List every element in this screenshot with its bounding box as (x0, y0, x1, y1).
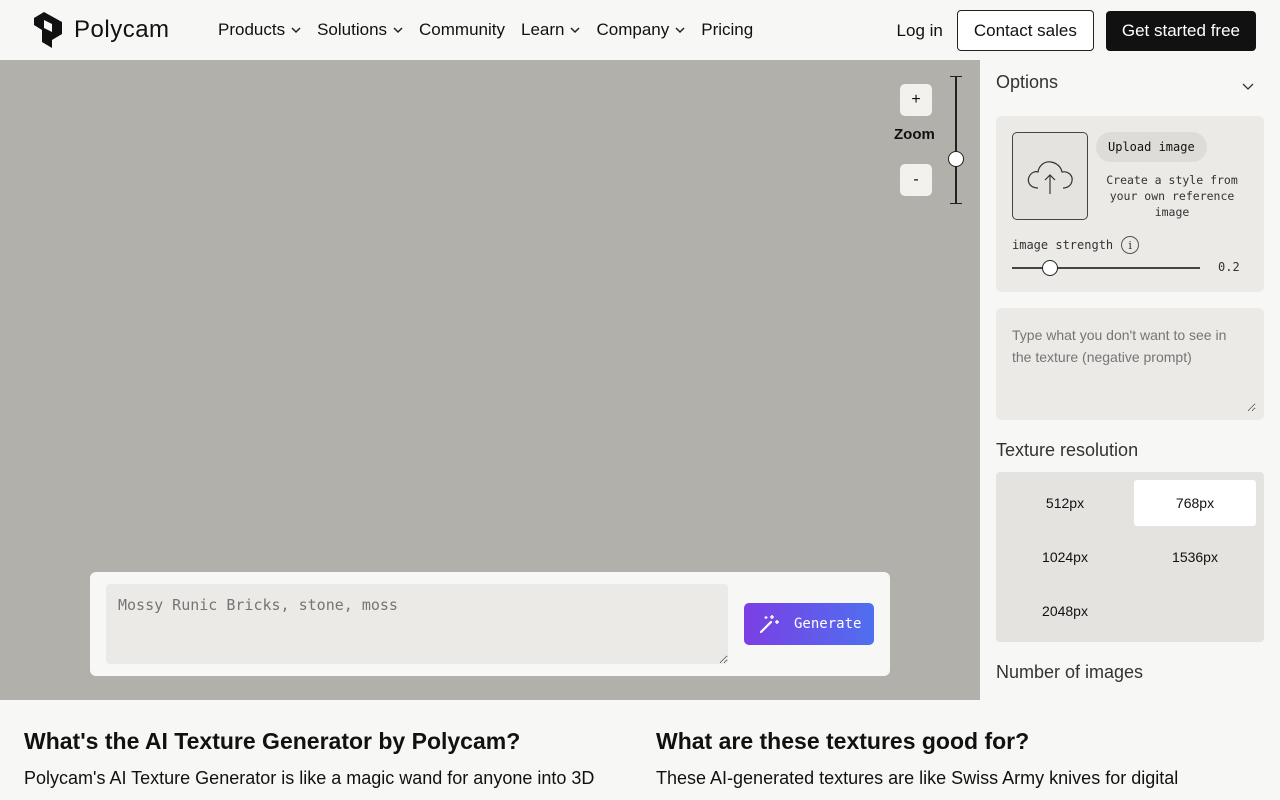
chevron-down-icon[interactable] (1242, 80, 1254, 92)
image-strength-thumb[interactable] (1041, 260, 1058, 276)
resolution-options: 512px 768px 1024px 1536px 2048px (996, 472, 1264, 642)
upload-dropzone[interactable] (1012, 132, 1088, 220)
options-title[interactable]: Options (996, 72, 1058, 93)
nav-company[interactable]: Company (596, 20, 685, 40)
nav-solutions[interactable]: Solutions (317, 20, 403, 40)
resolution-option-1024[interactable]: 1024px (1004, 534, 1126, 580)
nav-products-label: Products (218, 20, 286, 39)
zoom-label: Zoom (894, 126, 935, 143)
image-strength-label: image strength i (1012, 236, 1140, 254)
chevron-down-icon (393, 27, 403, 34)
info-section: What's the AI Texture Generator by Polyc… (0, 700, 1280, 800)
logo-text: Polycam (74, 16, 170, 43)
cloud-upload-icon (1027, 161, 1073, 194)
col1-text: Polycam's AI Texture Generator is like a… (24, 768, 595, 788)
zoom-track-cap-bottom (950, 203, 962, 204)
col1-heading: What's the AI Texture Generator by Polyc… (24, 728, 521, 754)
nav-community-label: Community (419, 20, 505, 39)
login-link[interactable]: Log in (897, 21, 943, 41)
nav-company-label: Company (596, 20, 670, 39)
nav-learn-label: Learn (521, 20, 565, 39)
zoom-track-cap-top (950, 76, 962, 77)
magic-wand-icon (759, 615, 779, 634)
negative-prompt-input[interactable] (1004, 316, 1256, 412)
nav-solutions-label: Solutions (317, 20, 388, 39)
image-style-card: Upload image Create a style from your ow… (996, 116, 1264, 292)
generate-button[interactable]: Generate (744, 603, 874, 645)
logo[interactable]: Polycam (32, 12, 170, 48)
chevron-down-icon (570, 27, 581, 34)
image-strength-slider[interactable] (1012, 260, 1200, 276)
resolution-option-1536[interactable]: 1536px (1134, 534, 1256, 580)
nav-products[interactable]: Products (218, 20, 301, 40)
nav-community[interactable]: Community (419, 20, 505, 40)
upload-image-button[interactable]: Upload image (1096, 132, 1207, 162)
prompt-bar: Generate (90, 572, 890, 676)
texture-resolution-title: Texture resolution (996, 440, 1139, 460)
resolution-option-768[interactable]: 768px (1134, 480, 1256, 526)
zoom-out-button[interactable]: - (900, 164, 932, 196)
zoom-slider-track[interactable] (955, 76, 957, 204)
col2-text: These AI-generated textures are like Swi… (656, 768, 1179, 788)
upload-description: Create a style from your own reference i… (1106, 173, 1238, 219)
polycam-logo-icon (34, 12, 62, 48)
image-strength-value: 0.2 (1218, 260, 1240, 274)
nav-pricing-label: Pricing (701, 20, 754, 39)
nav-learn[interactable]: Learn (521, 20, 581, 40)
get-started-button[interactable]: Get started free (1105, 10, 1256, 51)
main-nav: Products Solutions Community Learn Compa… (218, 0, 753, 60)
options-panel: Options Upload image Create a style from… (980, 60, 1280, 700)
auth-actions: Log in Contact sales Get started free (897, 10, 1256, 51)
top-header: Polycam Products Solutions Community Lea… (0, 0, 1280, 60)
contact-sales-button[interactable]: Contact sales (956, 10, 1094, 51)
zoom-in-button[interactable]: + (900, 84, 932, 116)
nav-pricing[interactable]: Pricing (701, 20, 753, 40)
generate-label: Generate (794, 616, 862, 632)
number-of-images-title: Number of images (996, 662, 1144, 682)
info-icon[interactable]: i (1121, 236, 1140, 254)
resolution-option-2048[interactable]: 2048px (1004, 588, 1126, 634)
prompt-input[interactable] (106, 584, 728, 664)
resolution-option-512[interactable]: 512px (1004, 480, 1126, 526)
chevron-down-icon (291, 27, 301, 34)
zoom-slider-thumb[interactable] (948, 151, 964, 167)
col2-heading: What are these textures good for? (656, 728, 1030, 754)
texture-canvas[interactable]: + Zoom - Generate (0, 60, 980, 700)
image-strength-text: image strength (1012, 238, 1114, 252)
chevron-down-icon (675, 27, 685, 34)
negative-prompt-card (996, 308, 1264, 420)
